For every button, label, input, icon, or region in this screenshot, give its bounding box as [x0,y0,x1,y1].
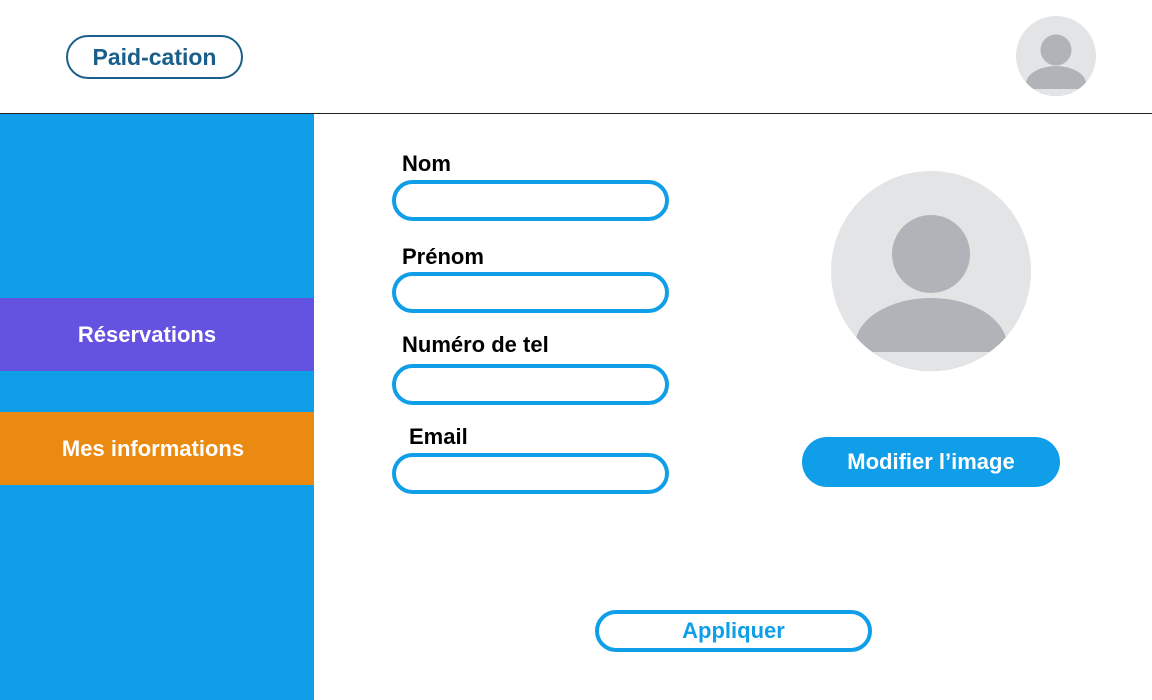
top-header: Paid-cation [0,0,1152,114]
modify-image-button[interactable]: Modifier l’image [802,437,1060,487]
user-avatar-icon[interactable] [1016,16,1096,96]
phone-field[interactable] [392,364,669,405]
sidebar-item-reservations[interactable]: Réservations [0,298,314,371]
nom-field[interactable] [392,180,669,221]
sidebar-item-mes-informations[interactable]: Mes informations [0,412,314,485]
nom-label: Nom [402,151,451,176]
prenom-field[interactable] [392,272,669,313]
phone-label: Numéro de tel [402,332,549,357]
brand-logo-button[interactable]: Paid-cation [66,35,243,79]
email-label: Email [409,424,468,449]
prenom-label: Prénom [402,244,484,269]
sidebar: Réservations Mes informations [0,114,314,700]
apply-button[interactable]: Appliquer [595,610,872,652]
profile-avatar-icon [831,171,1031,371]
email-field[interactable] [392,453,669,494]
